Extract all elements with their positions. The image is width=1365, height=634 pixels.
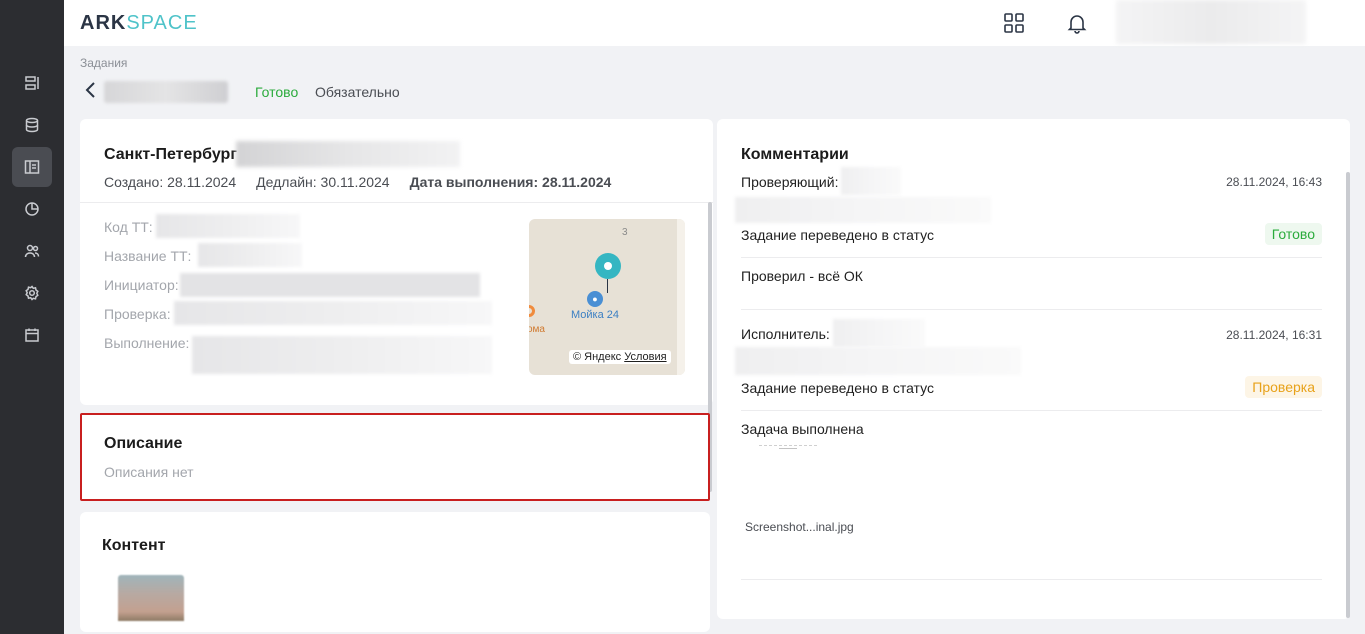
- comment-2-status-badge: Проверка: [1245, 376, 1322, 398]
- content-card: Контент: [80, 512, 710, 632]
- comment-2-author-extra: [735, 347, 1021, 375]
- attachment-thumbnail[interactable]: ———: [759, 445, 817, 465]
- divider: [80, 202, 713, 203]
- description-title: Описание: [104, 435, 183, 452]
- map-terms-link[interactable]: Условия: [624, 351, 666, 363]
- comment-1-date: 28.11.2024, 16:43: [1226, 175, 1322, 189]
- comment-1-author: [841, 167, 901, 195]
- calendar-icon: [25, 328, 39, 342]
- content-title: Контент: [102, 537, 166, 554]
- address-redacted: [236, 141, 460, 167]
- map-road: [677, 219, 685, 375]
- car-icon: ●: [587, 291, 603, 307]
- map-house-number: 3: [622, 227, 628, 238]
- users-icon: [24, 244, 40, 258]
- bell-icon: [1067, 15, 1087, 34]
- comment-1-author-extra: [735, 197, 991, 223]
- top-header: ARKSPACE: [64, 0, 1365, 46]
- user-profile[interactable]: [1116, 0, 1306, 44]
- comment-1-divider: [741, 257, 1322, 258]
- task-required-label: Обязательно: [315, 84, 400, 100]
- app-logo[interactable]: ARKSPACE: [80, 12, 198, 35]
- task-dates: Создано: 28.11.2024 Дедлайн: 30.11.2024 Да…: [104, 174, 631, 190]
- attachment-file-name[interactable]: Screenshot...inal.jpg: [745, 520, 854, 534]
- apps-grid-icon: [1004, 13, 1024, 33]
- description-empty-text: Описания нет: [104, 464, 194, 480]
- sidebar-item-users[interactable]: [12, 231, 52, 271]
- sidebar-item-analytics[interactable]: [12, 189, 52, 229]
- sidebar-item-database[interactable]: [12, 105, 52, 145]
- settings-icon: [25, 285, 39, 301]
- map-poi-label: Мойка 24: [571, 309, 620, 321]
- comment-2-divider: [741, 410, 1322, 411]
- comment-1-status-text: Задание переведено в статус: [741, 227, 934, 243]
- logo-main: ARK: [80, 12, 127, 34]
- field-name-value: [198, 243, 302, 267]
- location-map[interactable]: 3 ома ● Мойка 24 © Яндекс Условия: [529, 219, 685, 375]
- sidebar-item-list[interactable]: [12, 63, 52, 103]
- sidebar-item-settings[interactable]: [12, 273, 52, 313]
- field-code-label: Код ТТ:: [104, 219, 153, 235]
- comment-2-date: 28.11.2024, 16:31: [1226, 328, 1322, 342]
- chart-pie-icon: [25, 202, 39, 216]
- comments-scrollbar[interactable]: [1346, 172, 1350, 618]
- map-copyright: © Яндекс Условия: [569, 350, 671, 364]
- deadline-date: Дедлайн: 30.11.2024: [256, 174, 390, 190]
- apps-grid-button[interactable]: [1001, 10, 1027, 36]
- map-poi-marker: [529, 305, 535, 317]
- field-execution-label: Выполнение:: [104, 335, 190, 351]
- description-card: Описание Описания нет: [80, 413, 710, 501]
- city-name: Санкт-Петербург: [104, 146, 237, 163]
- map-copyright-text: © Яндекс: [573, 351, 622, 363]
- sidebar: [0, 0, 64, 634]
- notifications-button[interactable]: [1064, 10, 1090, 36]
- back-button[interactable]: [84, 81, 100, 101]
- chevron-left-icon: [85, 82, 95, 98]
- comment-2-role: Исполнитель:: [741, 326, 830, 342]
- comment-2-message: Задача выполнена: [741, 421, 864, 437]
- tasks-icon: [24, 160, 40, 174]
- breadcrumb[interactable]: Задания: [80, 56, 127, 70]
- task-title: [104, 81, 228, 103]
- field-code-value: [156, 214, 300, 238]
- completion-date: Дата выполнения: 28.11.2024: [409, 174, 612, 190]
- database-icon: [25, 117, 39, 133]
- comment-1-status-badge: Готово: [1264, 223, 1322, 245]
- content-thumbnail[interactable]: [118, 575, 184, 621]
- map-pin-icon[interactable]: [595, 253, 621, 279]
- map-pin-stem: [607, 279, 608, 293]
- comments-title: Комментарии: [741, 146, 849, 163]
- logo-accent: SPACE: [126, 12, 198, 34]
- comment-separator: [741, 309, 1322, 310]
- created-date: Создано: 28.11.2024: [104, 174, 237, 190]
- sidebar-item-calendar[interactable]: [12, 315, 52, 355]
- comment-2-author: [833, 319, 925, 347]
- comment-1-role: Проверяющий:: [741, 174, 839, 190]
- task-status: Готово: [255, 84, 299, 100]
- comment-2-status-text: Задание переведено в статус: [741, 380, 934, 396]
- field-check-value: [174, 301, 492, 325]
- field-initiator-value: [180, 273, 480, 297]
- task-info-card: Санкт-Петербург Создано: 28.11.2024 Дедла…: [80, 119, 713, 405]
- field-initiator-label: Инициатор:: [104, 277, 179, 293]
- list-icon: [25, 76, 39, 90]
- comment-2-bottom-divider: [741, 579, 1322, 580]
- map-poi-label-partial: ома: [529, 324, 545, 335]
- comments-card: Комментарии Проверяющий: 28.11.2024, 16:…: [717, 119, 1350, 619]
- comment-1-message: Проверил - всё ОК: [741, 268, 863, 284]
- field-name-label: Название ТТ:: [104, 248, 192, 264]
- field-check-label: Проверка:: [104, 306, 171, 322]
- field-execution-value: [192, 336, 492, 374]
- sidebar-item-tasks[interactable]: [12, 147, 52, 187]
